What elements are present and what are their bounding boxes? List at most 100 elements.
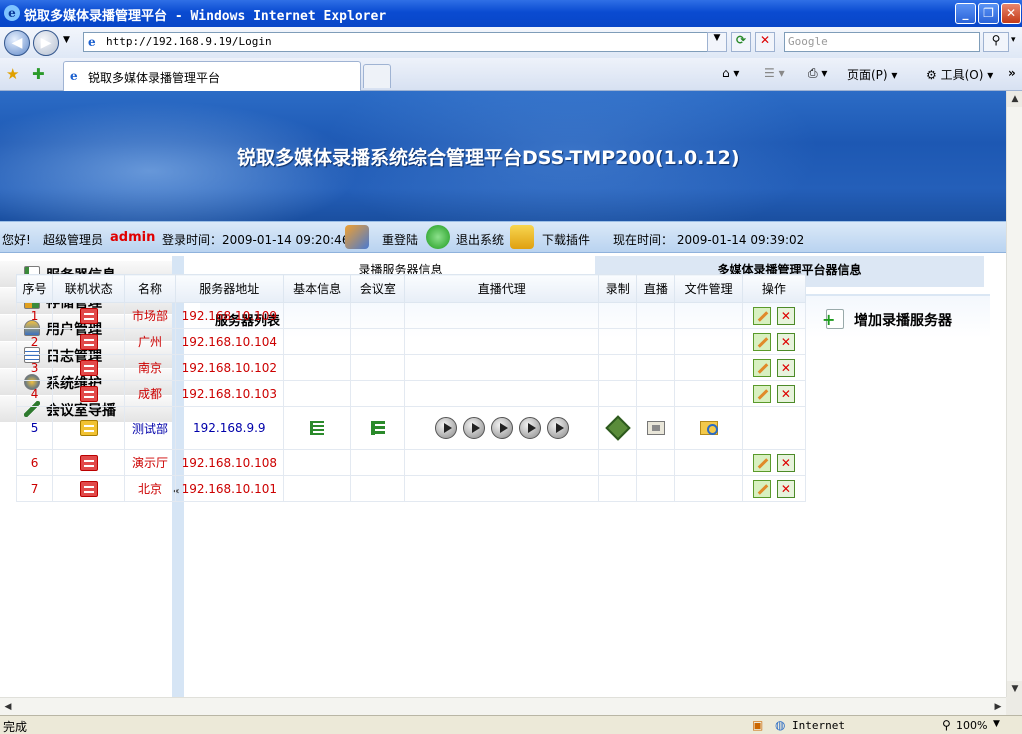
empty-cell — [282, 328, 352, 355]
horizontal-scrollbar[interactable]: ◀ ▶ — [0, 697, 1006, 715]
forward-button[interactable]: ▶ — [33, 30, 59, 56]
edit-icon[interactable] — [752, 479, 771, 498]
logout-link[interactable]: 退出系统 — [456, 231, 504, 248]
delete-icon[interactable] — [776, 306, 795, 325]
row-number: 1 — [15, 302, 54, 329]
refresh-icon[interactable]: ⟳ — [731, 32, 751, 52]
logout-icon[interactable] — [426, 225, 450, 249]
edit-icon[interactable] — [752, 306, 771, 325]
delete-icon[interactable] — [776, 358, 795, 377]
empty-cell — [598, 449, 638, 476]
server-name: 南京 — [124, 354, 176, 381]
play-icon[interactable] — [546, 417, 569, 439]
download-plugin-link[interactable]: 下载插件 — [542, 231, 590, 248]
empty-cell — [674, 380, 743, 407]
back-button[interactable]: ◀ — [4, 30, 30, 56]
empty-cell — [350, 302, 406, 329]
edit-icon[interactable] — [752, 453, 771, 472]
current-time-text: 现在时间： 2009-01-14 09:39:02 — [613, 233, 805, 247]
play-icon[interactable] — [518, 417, 541, 439]
play-icon[interactable] — [462, 417, 485, 439]
scroll-up-icon[interactable]: ▲ — [1007, 91, 1022, 107]
column-header: 名称 — [124, 274, 176, 303]
print-icon[interactable]: ⎙ ▾ — [808, 66, 827, 81]
record-icon[interactable] — [605, 415, 631, 441]
server-name: 演示厅 — [124, 449, 176, 476]
edit-icon[interactable] — [752, 358, 771, 377]
title-bar: e 锐取多媒体录播管理平台 - Windows Internet Explore… — [0, 0, 1022, 27]
server-address: 192.168.10.102 — [174, 354, 284, 381]
basic-info-icon[interactable] — [310, 421, 325, 436]
history-dropdown-icon[interactable]: ▼ — [63, 35, 70, 45]
empty-cell — [404, 475, 600, 502]
file-search-icon[interactable] — [699, 421, 718, 436]
zoom-icon[interactable]: ⚲ — [942, 718, 951, 732]
empty-cell — [404, 328, 600, 355]
scroll-down-icon[interactable]: ▼ — [1007, 681, 1022, 697]
tab-active[interactable]: e 锐取多媒体录播管理平台 — [63, 61, 361, 91]
actions-cell — [741, 475, 807, 502]
status-cell — [52, 406, 126, 450]
home-icon[interactable]: ⌂ ▾ — [722, 66, 739, 80]
page-menu[interactable]: 页面(P) ▾ — [847, 66, 897, 83]
search-input[interactable]: Google — [784, 32, 980, 52]
zoom-level[interactable]: 100% — [956, 719, 987, 732]
empty-cell — [282, 354, 352, 381]
search-options-icon[interactable]: ▾ — [1011, 35, 1016, 45]
relogin-link[interactable]: 重登陆 — [382, 231, 418, 248]
window-title: 锐取多媒体录播管理平台 - Windows Internet Explorer — [24, 9, 387, 24]
maximize-button[interactable]: ❐ — [978, 3, 999, 24]
add-server-icon[interactable] — [822, 309, 844, 329]
address-toolbar: ◀ ▶ ▼ e http://192.168.9.19/Login ▼ ⟳ ✕ … — [0, 27, 1022, 58]
server-offline-icon — [79, 307, 98, 324]
play-icon[interactable] — [490, 417, 513, 439]
vertical-scrollbar[interactable]: ▲ ▼ — [1006, 91, 1022, 697]
zone-text: Internet — [792, 719, 845, 732]
new-tab-button[interactable] — [363, 64, 391, 88]
toolbar-overflow-icon[interactable]: » — [1008, 66, 1016, 80]
search-icon[interactable]: ⚲ — [983, 32, 1009, 52]
address-dropdown-icon[interactable]: ▼ — [707, 32, 727, 52]
favorites-star-icon[interactable]: ★ — [6, 65, 19, 83]
close-button[interactable]: ✕ — [1001, 3, 1021, 24]
zoom-dropdown-icon[interactable]: ▼ — [993, 719, 1000, 729]
scroll-left-icon[interactable]: ◀ — [0, 699, 16, 715]
add-server-button[interactable]: 增加录播服务器 — [854, 310, 952, 330]
edit-icon[interactable] — [752, 384, 771, 403]
empty-cell — [674, 449, 743, 476]
column-header: 服务器地址 — [174, 274, 284, 303]
column-header: 基本信息 — [282, 274, 352, 303]
server-address: 192.168.9.9 — [174, 406, 284, 450]
download-icon[interactable] — [510, 225, 534, 249]
empty-cell — [674, 354, 743, 381]
delete-icon[interactable] — [776, 384, 795, 403]
row-number: 6 — [15, 449, 54, 476]
delete-icon[interactable] — [776, 479, 795, 498]
relogin-icon[interactable] — [345, 225, 369, 249]
tab-bar: ★ ✚ e 锐取多媒体录播管理平台 ⌂ ▾ ☰ ▾ ⎙ ▾ 页面(P) ▾ ⚙ … — [0, 58, 1022, 91]
meeting-room-icon[interactable] — [370, 421, 385, 436]
add-favorites-icon[interactable]: ✚ — [32, 65, 45, 83]
live-icon[interactable] — [646, 421, 665, 436]
empty-cell — [404, 302, 600, 329]
table-row: 1 市场部 192.168.10.109 — [15, 302, 807, 329]
delete-icon[interactable] — [776, 332, 795, 351]
server-offline-icon — [79, 454, 98, 471]
empty-cell — [350, 475, 406, 502]
play-icon[interactable] — [434, 417, 457, 439]
server-offline-icon — [79, 480, 98, 497]
server-name: 北京 — [124, 475, 176, 502]
delete-icon[interactable] — [776, 453, 795, 472]
status-text: 完成 — [3, 720, 28, 734]
scroll-right-icon[interactable]: ▶ — [990, 699, 1006, 715]
feeds-icon[interactable]: ☰ ▾ — [764, 66, 785, 80]
stop-icon[interactable]: ✕ — [755, 32, 775, 52]
server-name: 广州 — [124, 328, 176, 355]
empty-cell — [598, 380, 638, 407]
minimize-button[interactable]: _ — [955, 3, 976, 24]
address-field[interactable]: e http://192.168.9.19/Login — [83, 32, 723, 52]
edit-icon[interactable] — [752, 332, 771, 351]
tools-menu[interactable]: ⚙ 工具(O) ▾ — [926, 66, 993, 83]
empty-cell — [598, 302, 638, 329]
status-bar: 完成 ▣ ◍ Internet ⚲ 100% ▼ — [0, 715, 1022, 734]
